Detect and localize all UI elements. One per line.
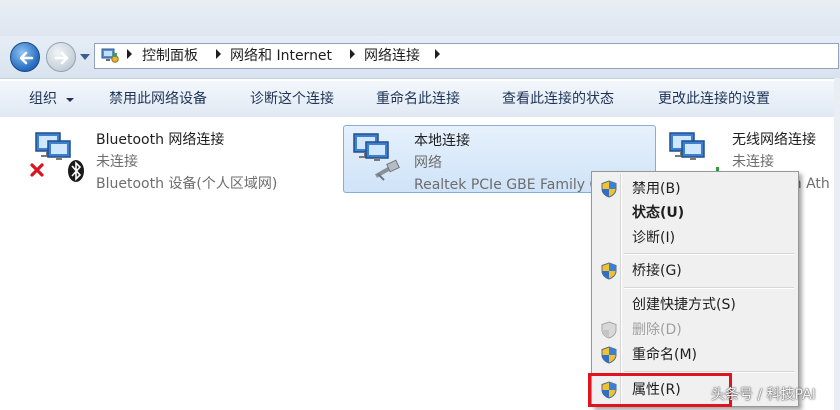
back-button[interactable] [10, 42, 40, 72]
menu-label: 状态(U) [632, 205, 685, 221]
breadcrumb-separator[interactable] [350, 49, 355, 59]
breadcrumb-control-panel[interactable]: 控制面板 [142, 48, 198, 64]
menu-item-rename[interactable]: 重命名(M) [594, 343, 796, 367]
breadcrumb-separator[interactable] [435, 49, 440, 59]
view-status-button[interactable]: 查看此连接的状态 [502, 90, 614, 108]
change-settings-button[interactable]: 更改此连接的设置 [658, 90, 770, 108]
back-arrow-icon [19, 51, 34, 65]
connection-device: Bluetooth 设备(个人区域网) [96, 176, 278, 192]
menu-item-disable[interactable]: 禁用(B) [594, 177, 796, 201]
connection-name: 本地连接 [414, 133, 470, 149]
breadcrumb-network-internet[interactable]: 网络和 Internet [230, 48, 332, 64]
watermark: 头条号 / 科技PAI [711, 387, 816, 403]
command-bar: 组织 禁用此网络设备 诊断这个连接 重命名此连接 查看此连接的状态 更改此连接的… [0, 80, 840, 118]
diagnose-connection-button[interactable]: 诊断这个连接 [250, 90, 334, 108]
title-strip [0, 0, 840, 36]
connection-name: 无线网络连接 [732, 132, 816, 148]
ethernet-network-icon [353, 133, 400, 181]
connection-status: 网络 [414, 155, 442, 171]
menu-item-create-shortcut[interactable]: 创建快捷方式(S) [594, 293, 796, 317]
forward-button[interactable] [46, 42, 76, 72]
menu-item-bridge[interactable]: 桥接(G) [594, 259, 796, 283]
forward-arrow-icon [54, 51, 69, 65]
connection-device: Realtek PCIe GBE Family C [414, 177, 600, 193]
uac-shield-icon [601, 180, 617, 198]
window-edge [834, 78, 840, 410]
connection-name: Bluetooth 网络连接 [96, 132, 225, 148]
organize-chevron-down-icon[interactable] [66, 98, 74, 102]
address-bar[interactable]: 控制面板 网络和 Internet 网络连接 [94, 43, 839, 69]
connection-item-bluetooth[interactable]: Bluetooth 网络连接 未连接 Bluetooth 设备(个人区域网) [22, 125, 322, 193]
context-menu: 禁用(B) 状态(U) 诊断(I) 桥接(G) 创建快捷方式(S) 删除(D) … [591, 171, 799, 407]
control-panel-icon [101, 48, 119, 63]
recent-pages-chevron-down-icon[interactable] [80, 54, 90, 60]
menu-label: 禁用(B) [632, 181, 681, 197]
menu-label: 诊断(I) [632, 230, 676, 246]
uac-shield-icon [601, 346, 617, 364]
menu-item-diagnose[interactable]: 诊断(I) [594, 226, 796, 250]
uac-shield-icon [601, 262, 617, 280]
menu-label: 桥接(G) [632, 263, 682, 279]
connection-status: 未连接 [732, 154, 774, 170]
disable-device-button[interactable]: 禁用此网络设备 [109, 90, 207, 108]
menu-item-status[interactable]: 状态(U) [594, 201, 796, 225]
rename-connection-button[interactable]: 重命名此连接 [376, 90, 460, 108]
breadcrumb-network-connections[interactable]: 网络连接 [364, 48, 420, 64]
menu-label: 重命名(M) [632, 347, 698, 363]
uac-shield-icon [601, 321, 617, 339]
menu-label: 删除(D) [632, 322, 682, 338]
organize-button[interactable]: 组织 [29, 90, 57, 108]
menu-item-delete: 删除(D) [594, 318, 796, 342]
breadcrumb-separator [127, 49, 132, 59]
menu-separator [624, 287, 794, 289]
connection-status: 未连接 [96, 154, 138, 170]
menu-label: 创建快捷方式(S) [632, 297, 736, 313]
breadcrumb-separator[interactable] [216, 49, 221, 59]
menu-separator [624, 253, 794, 255]
bluetooth-network-icon [30, 132, 84, 182]
